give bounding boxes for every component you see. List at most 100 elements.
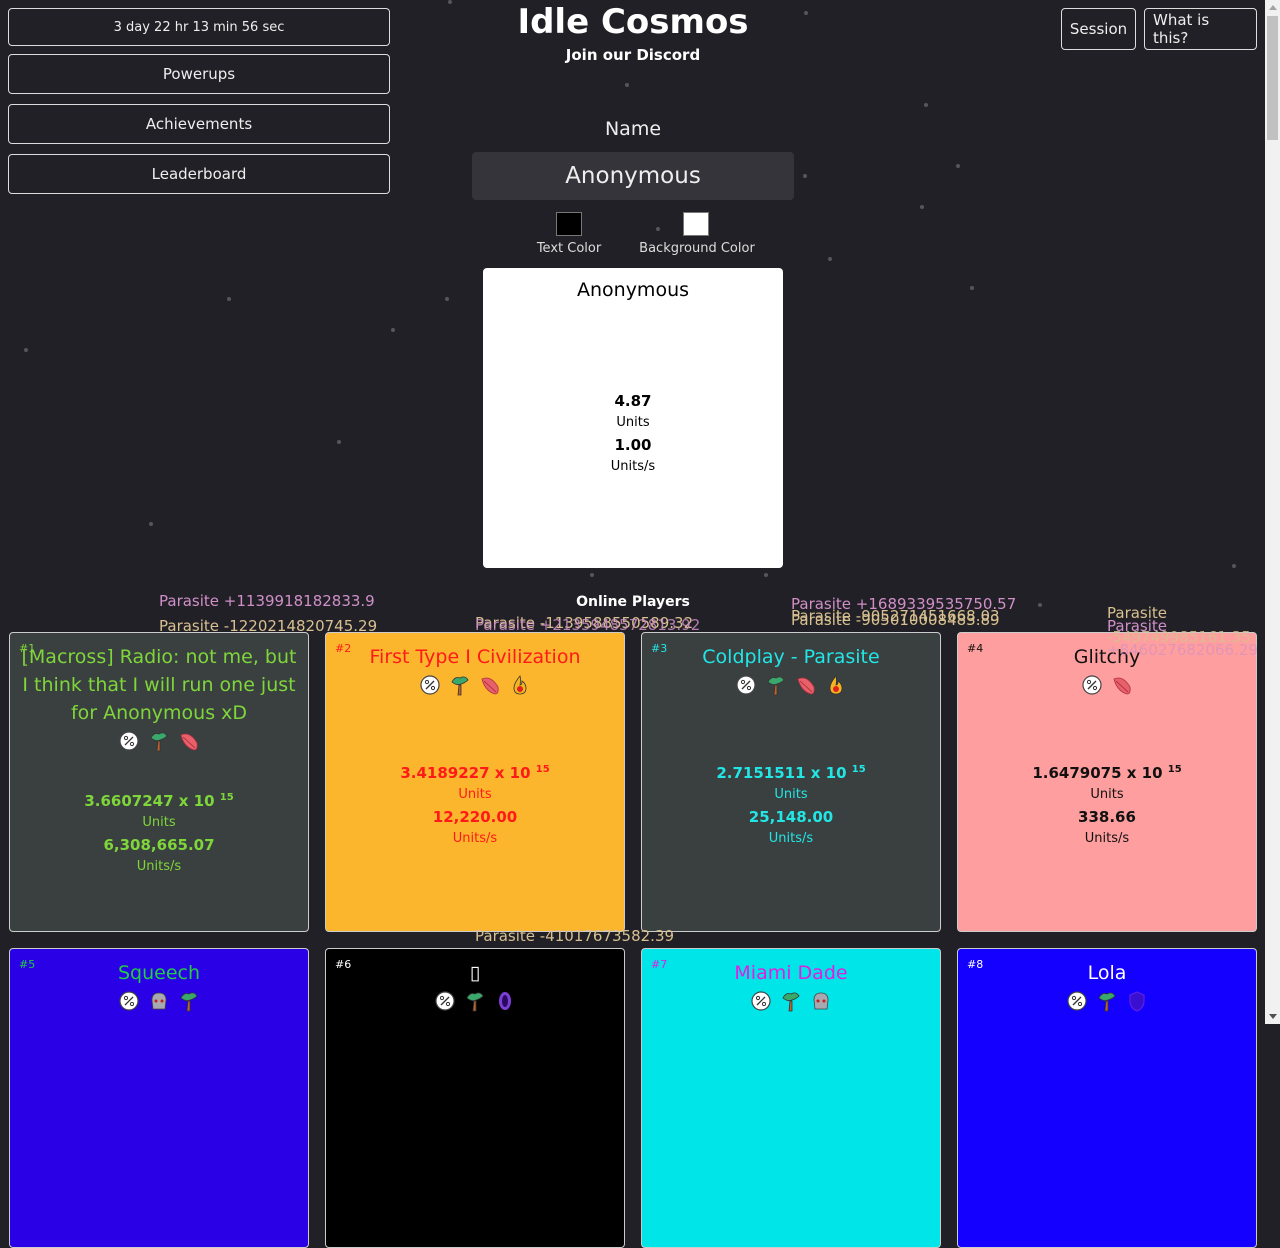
- star: [956, 164, 960, 168]
- star: [625, 83, 629, 87]
- star: [804, 11, 808, 15]
- player-card[interactable]: #2 First Type I Civilization 3.4189227 x 1…: [325, 632, 625, 932]
- shield-icon: [1126, 990, 1148, 1012]
- player-rank: #4: [967, 642, 984, 655]
- app-title: Idle Cosmos: [517, 2, 749, 42]
- rate-label: Units/s: [768, 831, 814, 846]
- page-scrollbar[interactable]: [1265, 0, 1280, 1024]
- units-exponent: 15: [1167, 764, 1182, 775]
- powerup-icons: [958, 989, 1256, 1013]
- leaderboard-button[interactable]: Leaderboard: [8, 154, 390, 194]
- scroll-down-arrow-icon[interactable]: [1269, 1014, 1277, 1019]
- player-name: [Macross] Radio: not me, but I think tha…: [21, 646, 297, 724]
- floating-message: Parasite -905010008483.89: [791, 611, 1000, 629]
- session-timer: 3 day 22 hr 13 min 56 sec: [8, 8, 390, 46]
- player-card[interactable]: #5 Squeech: [9, 948, 309, 1248]
- percent-icon: [735, 674, 757, 696]
- star: [24, 348, 28, 352]
- star: [828, 257, 832, 261]
- percent-icon: [419, 674, 441, 696]
- player-rank: #6: [335, 958, 352, 971]
- player-name: ▯: [469, 962, 481, 984]
- player-name: Coldplay - Parasite: [702, 646, 880, 668]
- player-rank: #5: [19, 958, 36, 971]
- percent-icon: [750, 990, 772, 1012]
- player-card[interactable]: #8 Lola: [957, 948, 1257, 1248]
- flame-icon: [509, 674, 531, 696]
- units-mantissa: 3.6607247 x 10: [84, 792, 215, 810]
- floating-message: +846027682066.29: [1107, 641, 1258, 659]
- powerups-button[interactable]: Powerups: [8, 54, 390, 94]
- units-label: Units: [458, 787, 492, 802]
- floating-message: Parasite +2135948572813.92: [475, 616, 701, 634]
- portal-icon: [494, 990, 516, 1012]
- star: [448, 0, 452, 4]
- powerup-icons: [326, 989, 624, 1013]
- player-card[interactable]: #4 Glitchy 1.6479075 x 10 15 Units 338.66 Uni…: [957, 632, 1257, 932]
- powerup-icons: [10, 989, 308, 1013]
- background-color-picker[interactable]: [683, 212, 709, 236]
- player-preview-card: Anonymous 4.87 Units 1.00 Units/s: [483, 268, 783, 568]
- rate-label: Units/s: [136, 859, 182, 874]
- floating-message: Parasite -1220214820745.29: [159, 617, 378, 635]
- units-mantissa: 3.4189227 x 10: [400, 764, 531, 782]
- percent-icon: [1081, 674, 1103, 696]
- player-name: Miami Dade: [734, 962, 848, 984]
- scroll-up-arrow-icon[interactable]: [1269, 5, 1277, 10]
- star: [337, 440, 341, 444]
- units-exponent: 15: [851, 764, 866, 775]
- session-button[interactable]: Session: [1061, 8, 1136, 50]
- star: [920, 205, 924, 209]
- background-color-label: Background Color: [639, 241, 755, 256]
- leaf-icon: [1111, 674, 1133, 696]
- player-rank: #3: [651, 642, 668, 655]
- tree-icon: [178, 990, 200, 1012]
- percent-icon: [118, 990, 140, 1012]
- leaf-icon: [795, 674, 817, 696]
- star: [924, 103, 928, 107]
- player-name: First Type I Civilization: [369, 646, 581, 668]
- player-rank: #8: [967, 958, 984, 971]
- tree-icon: [780, 990, 802, 1012]
- discord-link[interactable]: Join our Discord: [480, 46, 786, 64]
- star: [1038, 603, 1042, 607]
- preview-units-value: 4.87: [614, 392, 652, 410]
- units-label: Units: [774, 787, 808, 802]
- achievements-button[interactable]: Achievements: [8, 104, 390, 144]
- star: [764, 573, 768, 577]
- units-mantissa: 2.7151511 x 10: [716, 764, 847, 782]
- units-label: Units: [1090, 787, 1124, 802]
- player-card[interactable]: #7 Miami Dade: [641, 948, 941, 1248]
- floating-message: Parasite -41017673582.39: [475, 927, 675, 945]
- units-exponent: 15: [535, 764, 550, 775]
- preview-units-label: Units: [616, 415, 650, 430]
- player-card[interactable]: #6 ▯: [325, 948, 625, 1248]
- player-card[interactable]: #1 [Macross] Radio: not me, but I think t…: [9, 632, 309, 932]
- name-label: Name: [604, 118, 662, 140]
- online-players-heading: Online Players: [576, 594, 690, 610]
- leaf-icon: [479, 674, 501, 696]
- player-name: Lola: [1087, 962, 1127, 984]
- star: [227, 297, 231, 301]
- star: [1232, 564, 1236, 568]
- player-stats: 1.6479075 x 10 15 Units 338.66 Units/s: [958, 759, 1256, 850]
- powerup-icons: [958, 673, 1256, 697]
- star: [445, 297, 449, 301]
- rate-value: 12,220.00: [432, 808, 518, 826]
- star: [803, 174, 807, 178]
- tree-icon: [1096, 990, 1118, 1012]
- percent-icon: [434, 990, 456, 1012]
- rate-label: Units/s: [452, 831, 498, 846]
- percent-icon: [118, 730, 140, 752]
- powerup-icons: [642, 673, 940, 697]
- name-input[interactable]: [472, 152, 794, 200]
- text-color-label: Text Color: [536, 241, 602, 256]
- player-stats: 2.7151511 x 10 15 Units 25,148.00 Units/s: [642, 759, 940, 850]
- floating-message: Parasite +1139918182833.9: [159, 592, 375, 610]
- player-card[interactable]: #3 Coldplay - Parasite 2.7151511 x 10 15 Un…: [641, 632, 941, 932]
- what-is-this-button[interactable]: What is this?: [1144, 8, 1257, 50]
- player-stats: 3.6607247 x 10 15 Units 6,308,665.07 Units/…: [10, 787, 308, 878]
- text-color-picker[interactable]: [556, 212, 582, 236]
- scrollbar-thumb[interactable]: [1267, 16, 1278, 140]
- preview-rate-value: 1.00: [614, 436, 652, 454]
